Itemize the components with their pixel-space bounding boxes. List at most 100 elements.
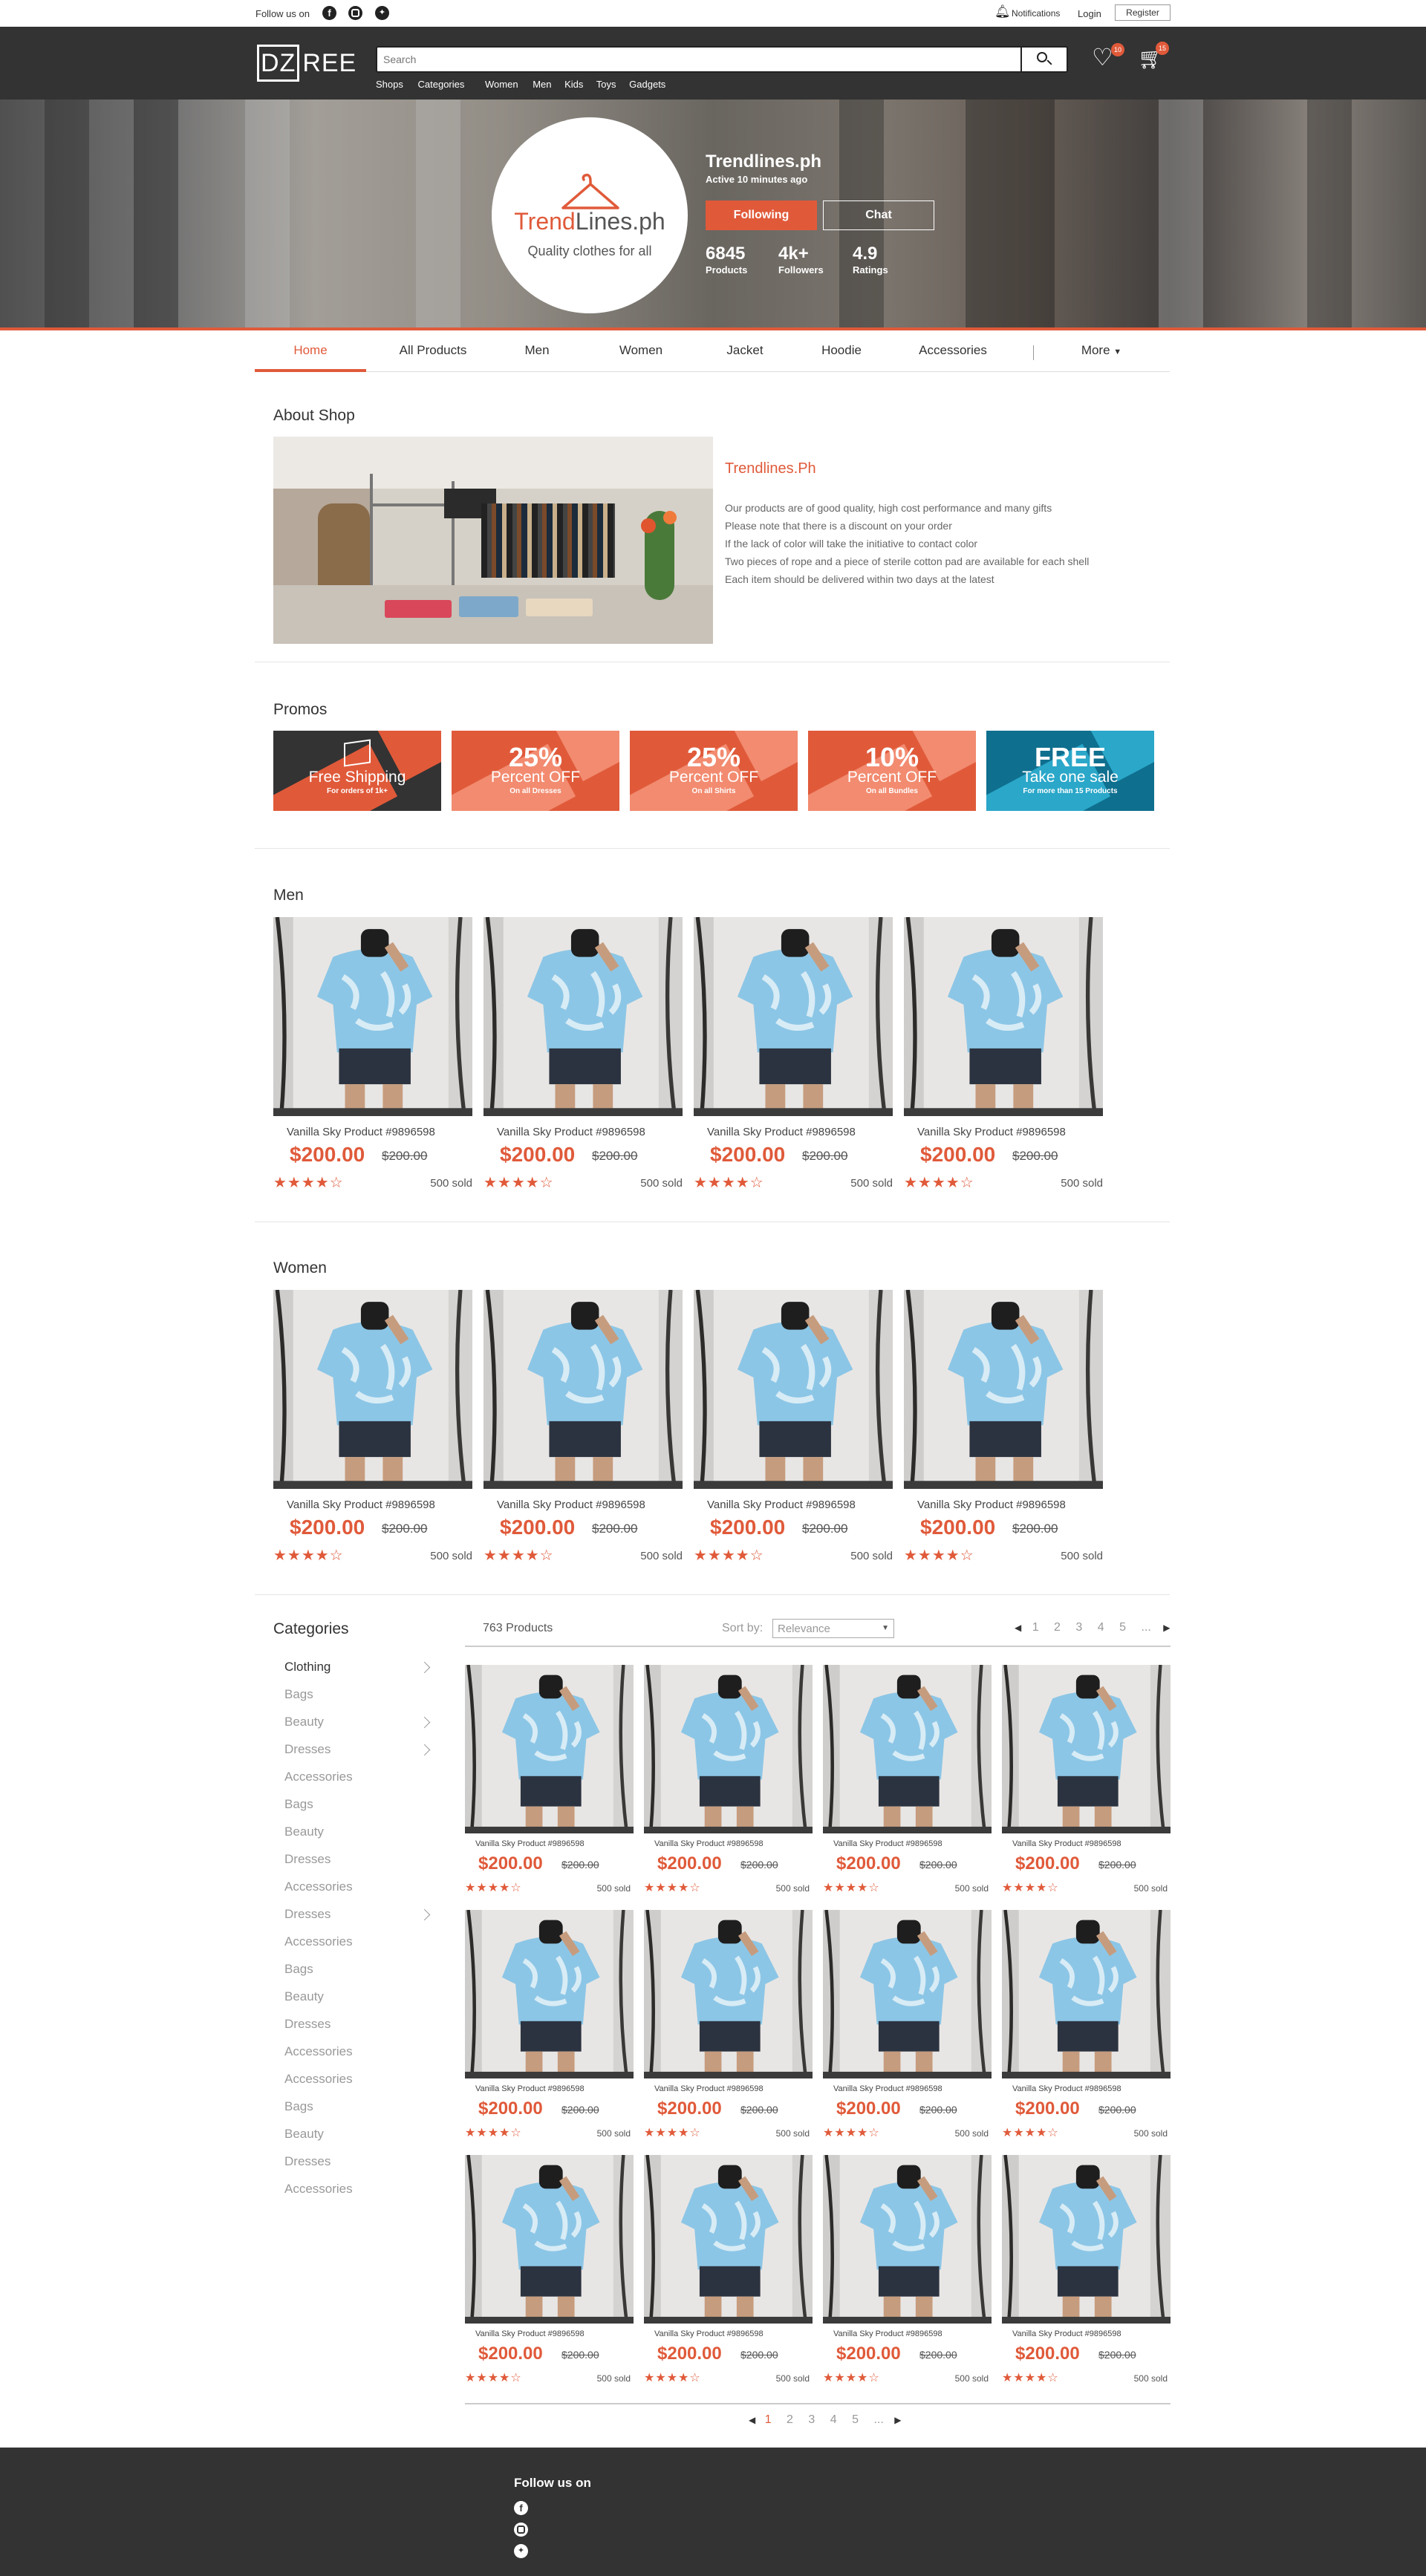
product-card[interactable]: Vanilla Sky Product #9896598 $200.00 $200.… (1002, 1665, 1171, 1910)
product-card[interactable]: Vanilla Sky Product #9896598 $200.00 $200.… (644, 2155, 813, 2400)
product-card[interactable]: Vanilla Sky Product #9896598 $200.00 $200.… (694, 917, 893, 1192)
promo-card[interactable]: Free Shipping For orders of 1k+ (273, 731, 441, 811)
facebook-icon[interactable]: f (322, 6, 336, 20)
product-card[interactable]: Vanilla Sky Product #9896598 $200.00 $200.… (644, 1665, 813, 1910)
product-name[interactable]: Vanilla Sky Product #9896598 (1012, 2084, 1121, 2093)
page-link[interactable]: 5 (852, 2413, 859, 2426)
product-card[interactable]: Vanilla Sky Product #9896598 $200.00 $200.… (465, 2155, 634, 2400)
category-item[interactable]: Accessories (284, 2182, 353, 2197)
product-image[interactable] (694, 1290, 893, 1489)
tab-jacket[interactable]: Jacket (704, 333, 786, 372)
register-button[interactable]: Register (1115, 4, 1171, 21)
tab-men[interactable]: Men (496, 333, 578, 372)
following-button[interactable]: Following (706, 200, 817, 230)
logo[interactable]: DZ REE (257, 45, 356, 83)
category-item[interactable]: Accessories (284, 2072, 353, 2087)
product-card[interactable]: Vanilla Sky Product #9896598 $200.00 $200.… (465, 1910, 634, 2155)
product-name[interactable]: Vanilla Sky Product #9896598 (497, 1499, 645, 1511)
promo-card[interactable]: FREE Take one sale For more than 15 Produc… (986, 731, 1154, 811)
product-image[interactable] (823, 2155, 992, 2324)
product-card[interactable]: Vanilla Sky Product #9896598 $200.00 $200.… (465, 1665, 634, 1910)
product-name[interactable]: Vanilla Sky Product #9896598 (707, 1499, 856, 1511)
nav-men[interactable]: Men (533, 79, 551, 90)
tab-all-products[interactable]: All Products (381, 333, 485, 372)
product-image[interactable] (823, 1910, 992, 2078)
category-item[interactable]: Clothing (284, 1660, 331, 1675)
product-name[interactable]: Vanilla Sky Product #9896598 (287, 1499, 435, 1511)
product-image[interactable] (644, 1910, 813, 2078)
category-item[interactable]: Beauty (284, 1715, 324, 1729)
product-name[interactable]: Vanilla Sky Product #9896598 (833, 2329, 942, 2338)
category-item[interactable]: Dresses (284, 1907, 331, 1922)
product-name[interactable]: Vanilla Sky Product #9896598 (475, 1839, 585, 1848)
category-item[interactable]: Dresses (284, 1852, 331, 1867)
chat-button[interactable]: Chat (823, 200, 934, 230)
category-item[interactable]: Dresses (284, 2154, 331, 2169)
prev-page-icon[interactable]: ◀ (1015, 1623, 1021, 1633)
tab-more[interactable]: More ▼ (1064, 333, 1139, 372)
category-item[interactable]: Accessories (284, 1770, 353, 1784)
product-image[interactable] (644, 1665, 813, 1833)
product-image[interactable] (644, 2155, 813, 2324)
product-card[interactable]: Vanilla Sky Product #9896598 $200.00 $200.… (904, 917, 1103, 1192)
twitter-icon[interactable]: ✦ (375, 6, 389, 20)
facebook-icon[interactable]: f (514, 2501, 528, 2515)
category-item[interactable]: Beauty (284, 1825, 324, 1839)
promo-card[interactable]: 25% Percent OFF On all Shirts (630, 731, 798, 811)
nav-categories[interactable]: Categories (418, 79, 465, 90)
product-name[interactable]: Vanilla Sky Product #9896598 (475, 2329, 585, 2338)
product-card[interactable]: Vanilla Sky Product #9896598 $200.00 $200.… (823, 1910, 992, 2155)
search-input[interactable] (383, 48, 1015, 71)
product-image[interactable] (484, 1290, 683, 1489)
nav-shops[interactable]: Shops (376, 79, 403, 90)
page-link[interactable]: 4 (830, 2413, 837, 2426)
product-card[interactable]: Vanilla Sky Product #9896598 $200.00 $200.… (644, 1910, 813, 2155)
product-image[interactable] (273, 1290, 472, 1489)
product-name[interactable]: Vanilla Sky Product #9896598 (654, 2084, 764, 2093)
product-name[interactable]: Vanilla Sky Product #9896598 (1012, 1839, 1121, 1848)
bell-icon[interactable]: 🔔︎ (994, 4, 1011, 19)
product-image[interactable] (904, 1290, 1103, 1489)
product-name[interactable]: Vanilla Sky Product #9896598 (287, 1126, 435, 1138)
product-image[interactable] (823, 1665, 992, 1833)
twitter-icon[interactable]: ✦ (514, 2544, 528, 2558)
chevron-right-icon[interactable] (418, 1716, 431, 1729)
nav-gadgets[interactable]: Gadgets (629, 79, 665, 90)
page-link[interactable]: 2 (787, 2413, 793, 2426)
chevron-right-icon[interactable] (418, 1744, 431, 1756)
prev-page-icon[interactable]: ◀ (749, 2415, 755, 2425)
category-item[interactable]: Accessories (284, 2044, 353, 2059)
tab-accessories[interactable]: Accessories (901, 333, 1005, 372)
page-link[interactable]: 4 (1098, 1621, 1104, 1634)
notifications-link[interactable]: Notifications (1012, 8, 1060, 19)
promo-card[interactable]: 10% Percent OFF On all Bundles (808, 731, 976, 811)
category-item[interactable]: Beauty (284, 1989, 324, 2004)
next-page-icon[interactable]: ▶ (894, 2415, 901, 2425)
sort-select[interactable]: Relevance ▼ (772, 1619, 894, 1638)
nav-toys[interactable]: Toys (596, 79, 616, 90)
wishlist-button[interactable]: ♡ 10 (1092, 43, 1124, 73)
product-card[interactable]: Vanilla Sky Product #9896598 $200.00 $200.… (1002, 2155, 1171, 2400)
category-item[interactable]: Accessories (284, 1879, 353, 1894)
instagram-icon[interactable] (348, 6, 362, 20)
page-link[interactable]: 1 (1032, 1621, 1039, 1634)
instagram-icon[interactable] (514, 2523, 528, 2537)
product-image[interactable] (465, 2155, 634, 2324)
next-page-icon[interactable]: ▶ (1163, 1623, 1170, 1633)
chevron-right-icon[interactable] (418, 1908, 431, 1921)
nav-kids[interactable]: Kids (564, 79, 583, 90)
product-card[interactable]: Vanilla Sky Product #9896598 $200.00 $200.… (1002, 1910, 1171, 2155)
search-button[interactable] (1020, 48, 1067, 71)
product-card[interactable]: Vanilla Sky Product #9896598 $200.00 $200.… (484, 917, 683, 1192)
page-link[interactable]: 3 (808, 2413, 815, 2426)
category-item[interactable]: Bags (284, 1962, 313, 1977)
page-link[interactable]: 5 (1119, 1621, 1126, 1634)
product-card[interactable]: Vanilla Sky Product #9896598 $200.00 $200.… (484, 1290, 683, 1565)
nav-women[interactable]: Women (485, 79, 518, 90)
page-link[interactable]: 2 (1054, 1621, 1061, 1634)
product-image[interactable] (1002, 2155, 1171, 2324)
product-name[interactable]: Vanilla Sky Product #9896598 (654, 2329, 764, 2338)
cart-button[interactable]: 🛒︎ 15 (1138, 42, 1169, 73)
category-item[interactable]: Bags (284, 1797, 313, 1812)
product-card[interactable]: Vanilla Sky Product #9896598 $200.00 $200.… (694, 1290, 893, 1565)
